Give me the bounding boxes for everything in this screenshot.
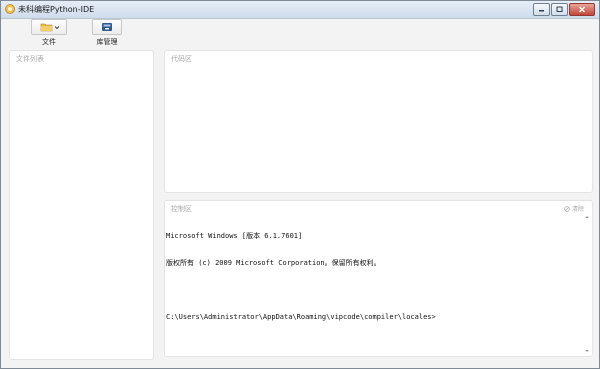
library-label: 库管理 [96, 38, 118, 46]
console-line: 版权所有 (c) 2009 Microsoft Corporation。保留所有… [166, 259, 381, 267]
maximize-button[interactable] [551, 3, 568, 16]
clear-button[interactable]: 清除 [564, 204, 584, 213]
app-icon [5, 4, 15, 14]
library-icon [102, 23, 112, 31]
library-button[interactable] [92, 19, 122, 35]
file-label: 文件 [42, 38, 56, 46]
console-title: 控制区 [171, 205, 192, 213]
toolbar: 文件 库管理 [1, 19, 599, 46]
minimize-button[interactable] [533, 3, 550, 16]
chevron-down-icon [54, 26, 60, 30]
console-output[interactable]: Microsoft Windows [版本 6.1.7601] 版权所有 (c)… [165, 214, 580, 354]
code-title: 代码区 [171, 55, 192, 63]
scroll-down-icon[interactable] [583, 347, 591, 355]
window-controls [532, 3, 595, 16]
title-bar[interactable]: 未科编程Python-IDE [1, 1, 599, 19]
scroll-up-icon[interactable] [583, 213, 591, 221]
console-scrollbar[interactable] [583, 213, 591, 355]
library-manager[interactable]: 库管理 [85, 19, 129, 47]
window-title: 未科编程Python-IDE [18, 5, 95, 14]
console-panel[interactable]: 控制区 清除 Microsoft Windows [版本 6.1.7601] 版… [164, 200, 593, 357]
file-button[interactable] [31, 19, 67, 35]
clear-icon [564, 205, 570, 212]
file-list-title: 文件列表 [16, 55, 44, 63]
file-list-panel[interactable]: 文件列表 [9, 50, 154, 360]
console-line: C:\Users\Administrator\AppData\Roaming\v… [166, 313, 436, 321]
code-panel[interactable]: 代码区 [164, 50, 593, 193]
app-window: 未科编程Python-IDE 文件 库管理 文件列表 代码区 控制区 清除 Mi… [0, 0, 600, 369]
file-menu[interactable]: 文件 [27, 19, 71, 47]
clear-label: 清除 [571, 206, 584, 213]
folder-icon [40, 23, 60, 32]
close-button[interactable] [569, 3, 595, 16]
console-line: Microsoft Windows [版本 6.1.7601] [166, 232, 303, 240]
